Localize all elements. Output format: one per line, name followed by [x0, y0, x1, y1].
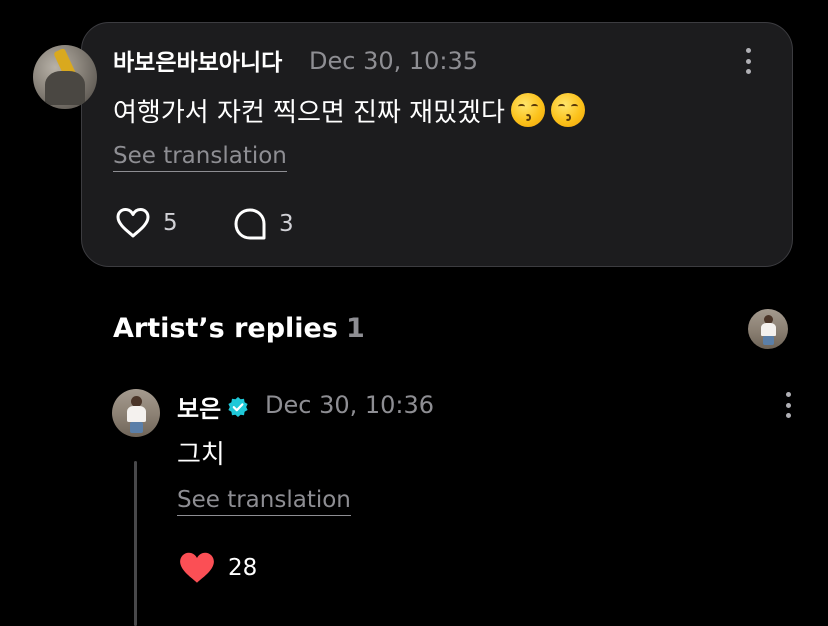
comment-see-translation-link[interactable]: See translation — [113, 143, 287, 172]
comment-like-count: 5 — [163, 210, 178, 236]
comment-timestamp: Dec 30, 10:35 — [309, 47, 479, 75]
kissing-face-icon — [550, 93, 585, 127]
reply-text: 그치 — [177, 440, 225, 470]
artist-replies-count: 1 — [345, 313, 365, 344]
comment-body: 여행가서 자컨 찍으면 진짜 재밌겠다 — [113, 98, 505, 128]
reply-see-translation-link[interactable]: See translation — [177, 487, 351, 516]
comment-thread-screen: 바보은바보아니다 Dec 30, 10:35 여행가서 자컨 찍으면 진짜 재밌… — [0, 0, 828, 626]
comment-like-button[interactable]: 5 — [115, 207, 178, 239]
artist-small-avatar[interactable] — [748, 309, 788, 349]
reply-like-button[interactable]: 28 — [178, 551, 257, 585]
kissing-face-icon — [510, 93, 545, 127]
artist-replies-title: Artist’s replies — [113, 313, 338, 344]
heart-filled-icon — [180, 552, 214, 583]
reply-more-options-icon[interactable] — [783, 392, 793, 418]
commenter-username[interactable]: 바보은바보아니다 — [113, 43, 282, 77]
comment-text: 여행가서 자컨 찍으면 진짜 재밌겠다 — [113, 92, 585, 129]
comment-more-options-icon[interactable] — [743, 48, 753, 74]
reply-timestamp: Dec 30, 10:36 — [265, 391, 435, 419]
speech-bubble-icon — [234, 208, 266, 240]
verified-badge-icon — [228, 396, 248, 417]
artist-username[interactable]: 보은 — [177, 389, 221, 424]
artist-replies-heading: Artist’s replies 1 — [113, 313, 365, 344]
heart-outline-icon — [116, 208, 150, 238]
comment-reply-button[interactable]: 3 — [233, 207, 294, 241]
reply-like-count: 28 — [228, 555, 258, 581]
artist-username-row[interactable]: 보은 — [177, 389, 249, 424]
comment-reply-count: 3 — [279, 211, 294, 237]
commenter-avatar[interactable] — [33, 45, 97, 109]
thread-line — [134, 461, 137, 626]
artist-avatar[interactable] — [112, 389, 160, 437]
